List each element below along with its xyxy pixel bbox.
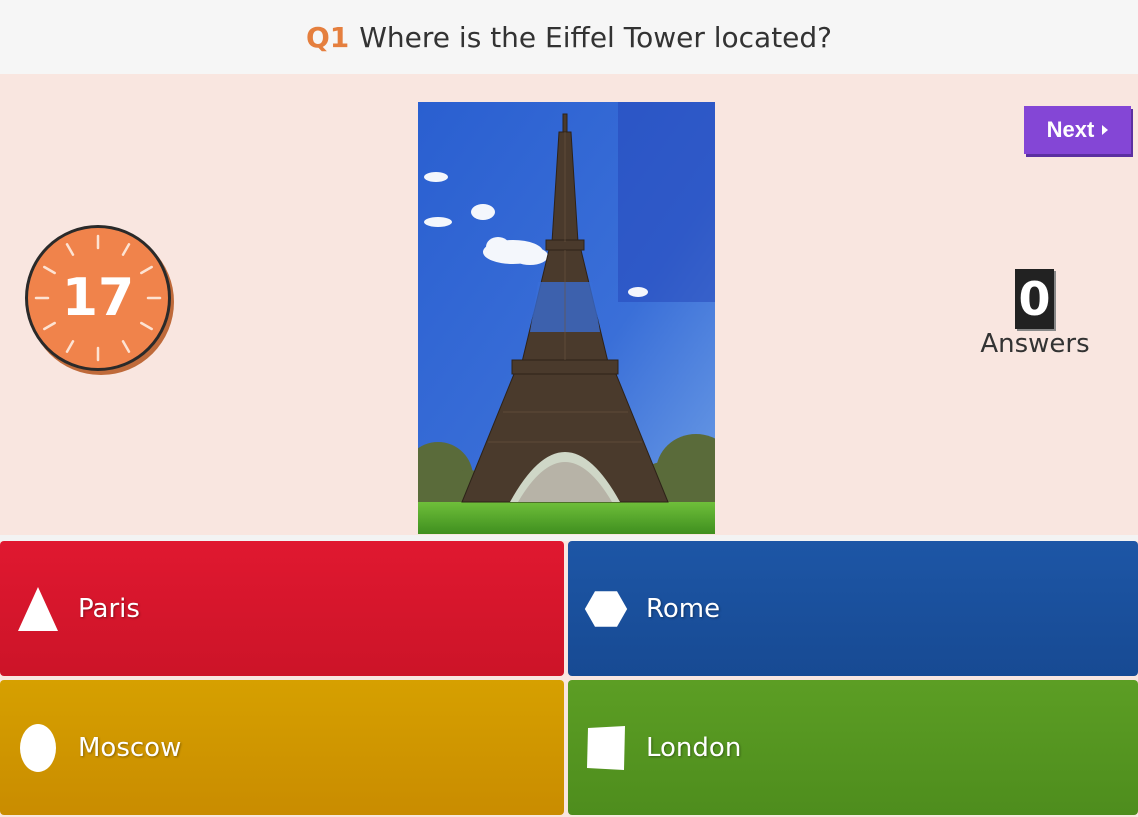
answer-label: Rome xyxy=(646,593,721,624)
question-stage: 17 Next 0 Answers xyxy=(0,74,1138,535)
answer-option-moscow[interactable]: Moscow xyxy=(0,680,564,815)
square-icon xyxy=(584,722,628,774)
eiffel-tower-photo xyxy=(418,102,715,534)
question-header: Q1 Where is the Eiffel Tower located? xyxy=(0,0,1138,74)
answers-label: Answers xyxy=(980,329,1090,359)
next-button[interactable]: Next xyxy=(1024,106,1131,154)
question-image xyxy=(418,102,715,534)
answer-option-rome[interactable]: Rome xyxy=(568,541,1138,676)
question-text: Where is the Eiffel Tower located? xyxy=(359,20,833,54)
answer-label: Moscow xyxy=(78,732,182,763)
answer-option-london[interactable]: London xyxy=(568,680,1138,815)
answer-label: London xyxy=(646,732,742,763)
countdown-timer: 17 xyxy=(25,225,171,371)
hexagon-icon xyxy=(584,583,628,635)
answers-count: 0 xyxy=(1015,269,1054,329)
next-button-label: Next xyxy=(1046,117,1095,142)
question-number: Q1 xyxy=(305,20,350,54)
caret-right-icon xyxy=(1102,125,1109,135)
answer-option-paris[interactable]: Paris xyxy=(0,541,564,676)
timer-seconds: 17 xyxy=(61,268,135,328)
triangle-icon xyxy=(16,583,60,635)
answer-label: Paris xyxy=(78,593,140,624)
circle-icon xyxy=(16,722,60,774)
